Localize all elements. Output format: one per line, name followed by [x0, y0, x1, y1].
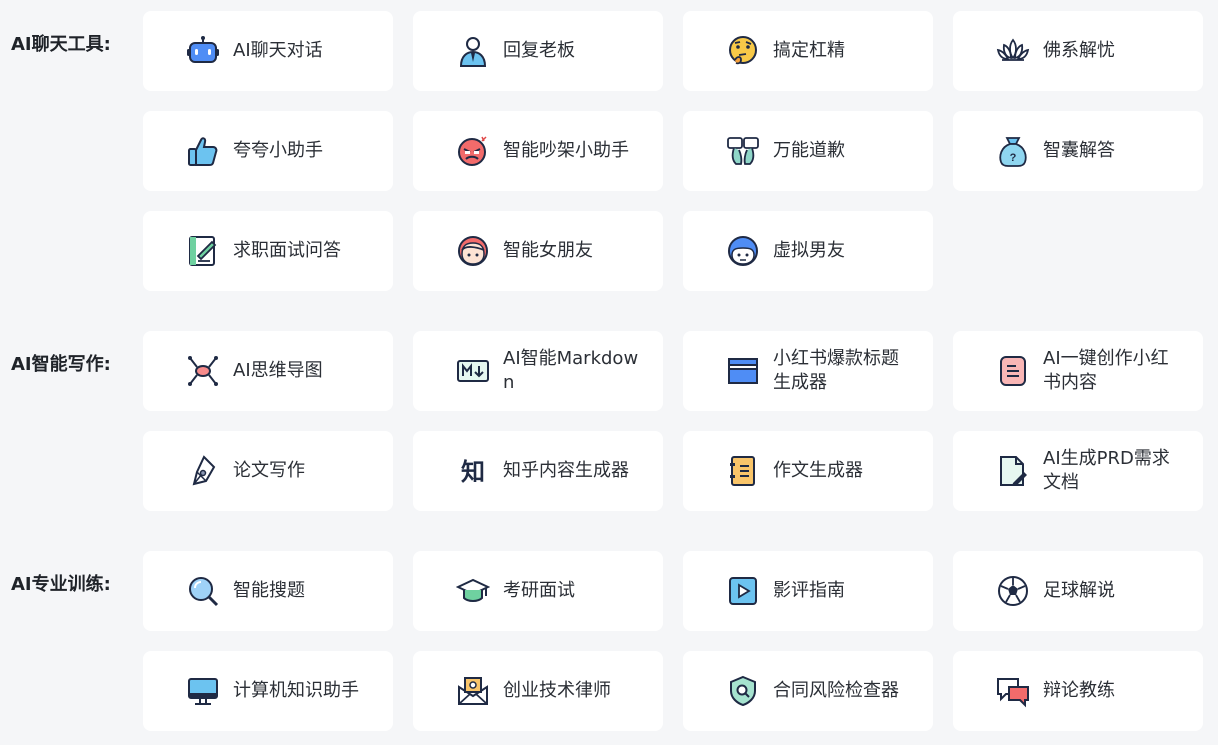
zhihu-icon: 知	[455, 453, 491, 489]
boyfriend-avatar-icon	[725, 233, 761, 269]
tool-card-football[interactable]: 足球解说	[953, 551, 1203, 631]
tool-card-label: 智能搜题	[233, 580, 305, 601]
angry-face-icon	[455, 133, 491, 169]
tool-card-thesis-writing[interactable]: 论文写作	[143, 431, 393, 511]
tool-card-label: AI智能Markdown	[503, 348, 639, 393]
tool-card-xhs-title[interactable]: 小红书爆款标题生成器	[683, 331, 933, 411]
tool-card-job-interview[interactable]: 求职面试问答	[143, 211, 393, 291]
pen-nib-icon	[185, 453, 221, 489]
tool-card-label: 论文写作	[233, 460, 305, 481]
tool-card-prd[interactable]: AI生成PRD需求文档	[953, 431, 1203, 511]
tool-card-search-question[interactable]: 智能搜题	[143, 551, 393, 631]
tool-card-brain-trust[interactable]: ? 智囊解答	[953, 111, 1203, 191]
question-bag-icon: ?	[995, 133, 1031, 169]
tool-card-zhihu[interactable]: 知 知乎内容生成器	[413, 431, 663, 511]
mind-map-icon	[185, 353, 221, 389]
resume-edit-icon	[185, 233, 221, 269]
tool-card-startup-lawyer[interactable]: 创业技术律师	[413, 651, 663, 731]
section-title: AI聊天工具:	[11, 34, 111, 55]
section-title: AI智能写作:	[11, 354, 111, 375]
chat-bubbles-icon	[995, 673, 1031, 709]
tool-card-praise-helper[interactable]: 夸夸小助手	[143, 111, 393, 191]
tool-card-label: 考研面试	[503, 580, 575, 601]
tool-card-label: 智囊解答	[1043, 140, 1115, 161]
tool-card-movie-review[interactable]: 影评指南	[683, 551, 933, 631]
tool-card-label: 智能女朋友	[503, 240, 593, 261]
tool-card-label: 智能吵架小助手	[503, 140, 629, 161]
tool-card-contract-risk[interactable]: 合同风险检查器	[683, 651, 933, 731]
football-icon	[995, 573, 1031, 609]
boss-person-icon	[455, 33, 491, 69]
tool-card-xhs-content[interactable]: AI一键创作小红书内容	[953, 331, 1203, 411]
tool-card-label: AI聊天对话	[233, 40, 323, 61]
tool-card-label: 回复老板	[503, 40, 575, 61]
apology-icon	[725, 133, 761, 169]
tool-card-markdown[interactable]: AI智能Markdown	[413, 331, 663, 411]
video-play-icon	[725, 573, 761, 609]
browser-window-icon	[725, 353, 761, 389]
tool-card-ai-chat[interactable]: AI聊天对话	[143, 11, 393, 91]
essay-notebook-icon	[725, 453, 761, 489]
tool-card-label: AI思维导图	[233, 360, 323, 381]
tool-card-computer-knowledge[interactable]: 计算机知识助手	[143, 651, 393, 731]
tool-card-label: 作文生成器	[773, 460, 863, 481]
tool-card-label: 足球解说	[1043, 580, 1115, 601]
robot-chat-icon	[185, 33, 221, 69]
magnifier-icon	[185, 573, 221, 609]
thinking-face-icon	[725, 33, 761, 69]
tool-card-label: 知乎内容生成器	[503, 460, 629, 481]
tool-card-label: AI一键创作小红书内容	[1043, 348, 1169, 393]
girlfriend-avatar-icon	[455, 233, 491, 269]
tool-card-label: 合同风险检查器	[773, 680, 899, 701]
tool-card-essay[interactable]: 作文生成器	[683, 431, 933, 511]
tool-card-virtual-boyfriend[interactable]: 虚拟男友	[683, 211, 933, 291]
tool-card-label: 小红书爆款标题生成器	[773, 348, 899, 393]
svg-text:?: ?	[1010, 152, 1017, 164]
graduation-cap-icon	[455, 573, 491, 609]
tool-card-buddhist-relief[interactable]: 佛系解忧	[953, 11, 1203, 91]
tool-card-label: 创业技术律师	[503, 680, 611, 701]
computer-monitor-icon	[185, 673, 221, 709]
tool-card-label: 搞定杠精	[773, 40, 845, 61]
tool-card-label: 佛系解忧	[1043, 40, 1115, 61]
thumbs-up-icon	[185, 133, 221, 169]
tool-card-universal-apology[interactable]: 万能道歉	[683, 111, 933, 191]
document-edit-icon	[995, 453, 1031, 489]
lotus-icon	[995, 33, 1031, 69]
section-title: AI专业训练:	[11, 574, 111, 595]
markdown-icon	[455, 353, 491, 389]
shield-search-icon	[725, 673, 761, 709]
tool-card-label: 计算机知识助手	[233, 680, 359, 701]
lawyer-envelope-icon	[455, 673, 491, 709]
tool-card-reply-boss[interactable]: 回复老板	[413, 11, 663, 91]
svg-text:知: 知	[461, 458, 485, 486]
tool-card-grad-interview[interactable]: 考研面试	[413, 551, 663, 631]
tool-card-label: 求职面试问答	[233, 240, 341, 261]
tool-card-ai-girlfriend[interactable]: 智能女朋友	[413, 211, 663, 291]
tool-card-label: 虚拟男友	[773, 240, 845, 261]
tool-card-label: 影评指南	[773, 580, 845, 601]
tool-card-handle-troll[interactable]: 搞定杠精	[683, 11, 933, 91]
red-note-icon	[995, 353, 1031, 389]
tool-card-label: 辩论教练	[1043, 680, 1115, 701]
tool-card-mind-map[interactable]: AI思维导图	[143, 331, 393, 411]
tool-card-label: 万能道歉	[773, 140, 845, 161]
tool-card-argue-helper[interactable]: 智能吵架小助手	[413, 111, 663, 191]
tool-card-debate-coach[interactable]: 辩论教练	[953, 651, 1203, 731]
tool-card-label: 夸夸小助手	[233, 140, 323, 161]
tool-card-label: AI生成PRD需求文档	[1043, 448, 1170, 493]
